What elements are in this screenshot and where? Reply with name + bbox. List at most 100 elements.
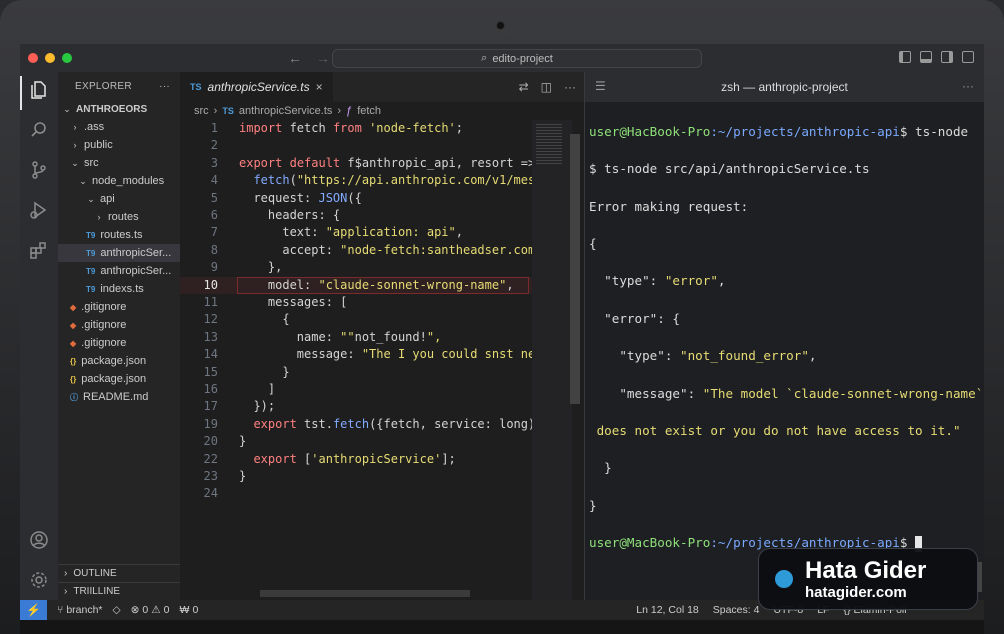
terminal-menu-icon[interactable]: ☰ xyxy=(595,79,606,93)
terminal-output[interactable]: user@HacBook-Pro:~/projects/anthropic-ap… xyxy=(589,104,983,590)
code-line: 3 export default f$anthropic_api, resort … xyxy=(180,155,540,172)
compare-changes-icon[interactable]: ⇄ xyxy=(519,80,529,94)
split-editor-icon[interactable]: ◫ xyxy=(541,80,552,94)
tree-item[interactable]: T9 anthropicSer... xyxy=(58,244,180,262)
tree-item[interactable]: T9 routes.ts xyxy=(58,226,180,244)
maximize-window-button[interactable] xyxy=(62,53,72,63)
code-line: 1 import fetch from 'node-fetch'; xyxy=(180,120,540,137)
line-number: 20 xyxy=(203,434,218,449)
editor-more-icon[interactable]: ··· xyxy=(564,80,576,94)
branch-indicator[interactable]: ⑂ branch* xyxy=(57,604,103,616)
info-file-icon: ⓘ xyxy=(70,392,78,402)
watermark-badge: Hata Gider hatagider.com xyxy=(758,548,978,610)
explorer-header: EXPLORER ··· xyxy=(58,72,180,100)
tree-item[interactable]: ⌄ api xyxy=(58,190,180,208)
run-debug-icon[interactable] xyxy=(29,200,49,220)
source-control-icon[interactable] xyxy=(29,160,49,180)
tree-item[interactable]: ⓘ README.md xyxy=(58,388,180,406)
toggle-primary-sidebar-icon[interactable] xyxy=(899,51,911,63)
code-text: } xyxy=(239,469,247,483)
breadcrumb: src › TS anthropicService.ts › ƒ fetch xyxy=(180,102,584,120)
tree-item-label: anthropicSer... xyxy=(100,247,172,259)
chevron-right-icon: › xyxy=(64,586,68,597)
breadcrumb-separator: › xyxy=(213,105,218,117)
tree-item[interactable]: › public xyxy=(58,136,180,154)
tree-item[interactable]: › routes xyxy=(58,208,180,226)
code-text: export tst.fetch({fetch, service: long); xyxy=(253,416,540,431)
toggle-secondary-sidebar-icon[interactable] xyxy=(941,51,953,63)
forward-arrow-icon[interactable]: → xyxy=(316,50,330,66)
search-text: edito-project xyxy=(492,52,553,65)
tree-item[interactable]: T9 anthropicSer... xyxy=(58,262,180,280)
terminal-scrollbar[interactable] xyxy=(978,562,982,592)
error-icon: ⊗ xyxy=(130,604,140,616)
code-line: 24 xyxy=(180,485,540,502)
ports-indicator[interactable]: ₩ 0 xyxy=(180,604,199,616)
watermark-subtitle: hatagider.com xyxy=(805,583,907,601)
ports-icon: ₩ xyxy=(179,604,190,616)
chevron-down-icon: ⌄ xyxy=(63,103,71,114)
tree-item[interactable]: ⌄ node_modules xyxy=(58,172,180,190)
editor-tabs: TS anthropicService.ts × ⇄ ◫ ··· xyxy=(180,72,584,102)
close-tab-icon[interactable]: × xyxy=(316,80,323,94)
git-file-icon: ◆ xyxy=(70,302,77,312)
minimap[interactable] xyxy=(532,120,572,600)
breadcrumb-separator: › xyxy=(337,105,342,117)
tree-item[interactable]: › .ass xyxy=(58,118,180,136)
breadcrumb-symbol[interactable]: fetch xyxy=(357,105,381,117)
terminal-line: "type": "error", xyxy=(589,273,726,289)
timeline-section[interactable]: › TRIILLINE xyxy=(58,582,180,600)
problems-indicator[interactable]: ⊗ 0 ⚠ 0 xyxy=(131,604,170,616)
tree-item[interactable]: {} package.json xyxy=(58,352,180,370)
timeline-label: TRIILLINE xyxy=(73,586,121,597)
code-editor[interactable]: 1 import fetch from 'node-fetch'; 2 3 export… xyxy=(180,120,584,600)
code-text: } xyxy=(239,364,290,379)
line-number: 6 xyxy=(210,208,218,222)
chevron-right-icon: › xyxy=(97,212,101,222)
tree-item[interactable]: T9 indexs.ts xyxy=(58,280,180,298)
tree-item[interactable]: ⌄ ANTHROEORS xyxy=(58,100,180,118)
terminal-more-icon[interactable]: ··· xyxy=(962,79,974,93)
account-icon[interactable] xyxy=(29,530,49,550)
tree-item-label: .ass xyxy=(84,121,105,133)
code-text: request: JSON({ xyxy=(239,190,362,205)
tab-anthropic-service[interactable]: TS anthropicService.ts × xyxy=(180,72,333,102)
tree-item[interactable]: ◆ .gitignore xyxy=(58,334,180,352)
outline-label: OUTLINE xyxy=(73,568,117,579)
tree-item[interactable]: ◆ .gitignore xyxy=(58,316,180,334)
command-center-search[interactable]: ⌕ edito-project xyxy=(332,49,702,68)
indentation[interactable]: Spaces: 4 xyxy=(713,604,760,616)
toggle-panel-icon[interactable] xyxy=(920,51,932,63)
outline-section[interactable]: › OUTLINE xyxy=(58,564,180,582)
editor-vertical-scrollbar[interactable] xyxy=(570,134,580,404)
editor-horizontal-scrollbar[interactable] xyxy=(260,590,470,597)
tree-item[interactable]: ◆ .gitignore xyxy=(58,298,180,316)
minimize-window-button[interactable] xyxy=(45,53,55,63)
tree-item[interactable]: {} package.json xyxy=(58,370,180,388)
search-icon[interactable] xyxy=(29,120,49,140)
line-number: 8 xyxy=(210,242,218,257)
code-text: export ['anthropicService']; xyxy=(253,451,456,466)
tree-item[interactable]: ⌄ src xyxy=(58,154,180,172)
explorer-icon[interactable] xyxy=(29,80,49,100)
settings-gear-icon[interactable] xyxy=(29,570,49,590)
code-text: { xyxy=(239,312,290,327)
explorer-more-icon[interactable]: ··· xyxy=(159,81,170,92)
branch-icon: ⑂ xyxy=(57,604,64,616)
activity-bar xyxy=(20,72,58,600)
cursor-position[interactable]: Ln 12, Col 18 xyxy=(636,604,698,616)
close-window-button[interactable] xyxy=(28,53,38,63)
code-text: fetch("https://api.anthropic.com/v1/mess xyxy=(253,173,540,188)
line-number: 22 xyxy=(203,451,218,466)
code-text: text: "application: api", xyxy=(239,225,463,240)
customize-layout-icon[interactable] xyxy=(962,51,974,63)
warning-icon: ⚠ xyxy=(151,604,161,616)
code-line: 4 fetch("https://api.anthropic.com/v1/me… xyxy=(180,172,540,189)
extensions-icon[interactable] xyxy=(29,240,49,260)
sync-icon[interactable]: ◇ xyxy=(113,604,121,616)
breadcrumb-file[interactable]: anthropicService.ts xyxy=(239,105,333,117)
line-number: 3 xyxy=(210,155,218,170)
remote-indicator-icon[interactable]: ⚡ xyxy=(20,600,47,620)
back-arrow-icon[interactable]: ← xyxy=(288,50,302,66)
breadcrumb-src[interactable]: src xyxy=(194,105,209,117)
